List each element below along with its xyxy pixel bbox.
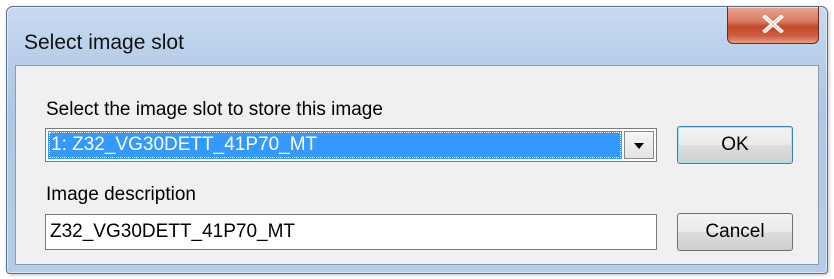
chevron-down-icon bbox=[634, 143, 644, 149]
close-x-icon bbox=[762, 15, 784, 33]
title-bar[interactable]: Select image slot bbox=[7, 7, 827, 65]
dialog-window: Select image slot Select the image slot … bbox=[6, 6, 828, 274]
ok-button[interactable]: OK bbox=[677, 126, 793, 164]
image-slot-dropdown[interactable]: 1: Z32_VG30DETT_41P70_MT bbox=[45, 128, 657, 162]
description-label: Image description bbox=[46, 184, 196, 205]
window-title: Select image slot bbox=[24, 31, 184, 54]
image-description-input[interactable]: Z32_VG30DETT_41P70_MT bbox=[45, 214, 657, 250]
close-button[interactable] bbox=[727, 7, 819, 44]
dialog-body: Select the image slot to store this imag… bbox=[15, 65, 819, 265]
image-slot-selected-value[interactable]: 1: Z32_VG30DETT_41P70_MT bbox=[48, 131, 622, 159]
cancel-button[interactable]: Cancel bbox=[677, 213, 793, 251]
slot-label: Select the image slot to store this imag… bbox=[46, 99, 383, 120]
dropdown-button[interactable] bbox=[624, 131, 654, 159]
